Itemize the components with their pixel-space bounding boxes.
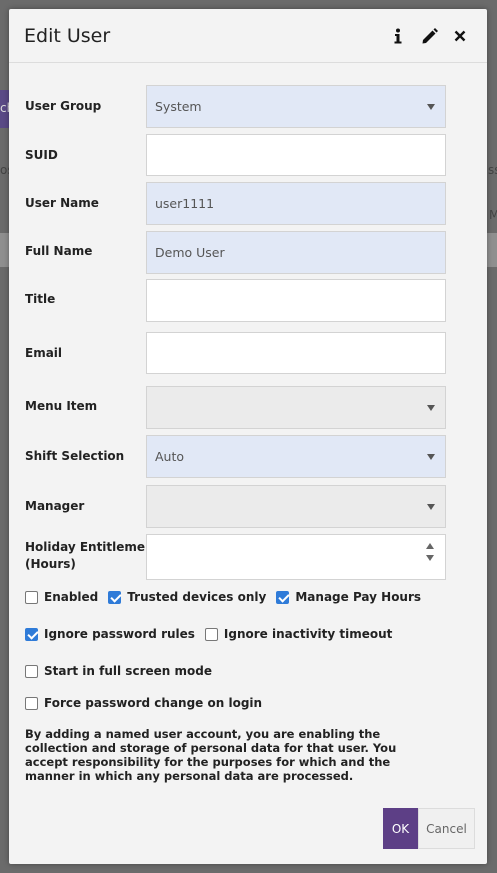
chevron-down-icon — [427, 103, 435, 110]
manage-pay-hours-label: Manage Pay Hours — [295, 590, 422, 604]
shift-selection-label: Shift Selection — [25, 449, 125, 463]
suid-label: SUID — [25, 148, 58, 162]
spinner-up-icon[interactable] — [426, 543, 434, 549]
checkbox-box[interactable] — [204, 627, 218, 641]
manager-label: Manager — [25, 499, 85, 513]
suid-input[interactable] — [146, 134, 446, 176]
user-group-value: System — [155, 99, 202, 114]
full-name-value: Demo User — [155, 245, 225, 260]
ok-button[interactable]: OK — [383, 808, 418, 849]
user-name-value: user1111 — [155, 196, 215, 211]
info-icon[interactable] — [385, 23, 411, 49]
background-fragment: ss — [488, 163, 497, 177]
dialog-header: Edit User — [9, 9, 487, 63]
edit-user-dialog: Edit User User Group System SUID User Na… — [9, 9, 487, 864]
user-group-select[interactable]: System — [146, 85, 446, 128]
manager-select[interactable] — [146, 485, 446, 528]
trusted-devices-checkbox[interactable]: Trusted devices only — [108, 590, 266, 604]
chevron-down-icon — [427, 404, 435, 411]
menu-item-label: Menu Item — [25, 399, 98, 413]
ignore-password-rules-label: Ignore password rules — [44, 627, 195, 641]
user-group-label: User Group — [25, 99, 102, 113]
full-name-input[interactable]: Demo User — [146, 231, 446, 274]
holiday-entitlement-label: Holiday Entitlement (Hours) — [25, 539, 159, 573]
shift-selection-select[interactable]: Auto — [146, 435, 446, 478]
checkbox-box[interactable] — [25, 627, 38, 641]
checkbox-row-4: Force password change on login — [25, 696, 272, 710]
checkbox-box[interactable] — [276, 590, 290, 604]
checkbox-box[interactable] — [25, 696, 38, 710]
pencil-icon[interactable] — [417, 23, 443, 49]
checkbox-row-1: Enabled Trusted devices only Manage Pay … — [25, 590, 431, 604]
holiday-label-line2: (Hours) — [25, 557, 76, 571]
cancel-button[interactable]: Cancel — [418, 808, 475, 849]
force-password-change-label: Force password change on login — [44, 696, 263, 710]
background-fragment: M — [489, 208, 497, 222]
force-password-change-checkbox[interactable]: Force password change on login — [25, 696, 262, 710]
enabled-label: Enabled — [44, 590, 99, 604]
enabled-checkbox[interactable]: Enabled — [25, 590, 98, 604]
trusted-devices-label: Trusted devices only — [127, 590, 267, 604]
chevron-down-icon — [427, 453, 435, 460]
number-spinner[interactable] — [426, 543, 436, 561]
shift-selection-value: Auto — [155, 449, 185, 464]
chevron-down-icon — [427, 503, 435, 510]
email-label: Email — [25, 346, 63, 360]
email-input[interactable] — [146, 332, 446, 374]
holiday-entitlement-input[interactable] — [146, 534, 446, 580]
user-name-label: User Name — [25, 196, 99, 210]
title-label: Title — [25, 292, 56, 306]
menu-item-select[interactable] — [146, 386, 446, 429]
user-name-input[interactable]: user1111 — [146, 182, 446, 225]
checkbox-box[interactable] — [25, 664, 38, 678]
manage-pay-hours-checkbox[interactable]: Manage Pay Hours — [276, 590, 421, 604]
title-input[interactable] — [146, 279, 446, 322]
full-screen-checkbox[interactable]: Start in full screen mode — [25, 664, 212, 678]
checkbox-row-2: Ignore password rules Ignore inactivity … — [25, 627, 402, 641]
holiday-label-line1: Holiday Entitlement — [25, 540, 160, 554]
spinner-down-icon[interactable] — [426, 555, 434, 561]
full-screen-label: Start in full screen mode — [44, 664, 212, 678]
ignore-inactivity-label: Ignore inactivity timeout — [223, 627, 393, 641]
checkbox-row-3: Start in full screen mode — [25, 664, 222, 678]
full-name-label: Full Name — [25, 244, 93, 258]
close-icon[interactable] — [447, 23, 473, 49]
checkbox-box[interactable] — [25, 590, 38, 604]
checkbox-box[interactable] — [108, 590, 122, 604]
ignore-password-rules-checkbox[interactable]: Ignore password rules — [25, 627, 195, 641]
privacy-notice: By adding a named user account, you are … — [25, 727, 397, 783]
ignore-inactivity-checkbox[interactable]: Ignore inactivity timeout — [204, 627, 393, 641]
dialog-title: Edit User — [24, 24, 111, 47]
